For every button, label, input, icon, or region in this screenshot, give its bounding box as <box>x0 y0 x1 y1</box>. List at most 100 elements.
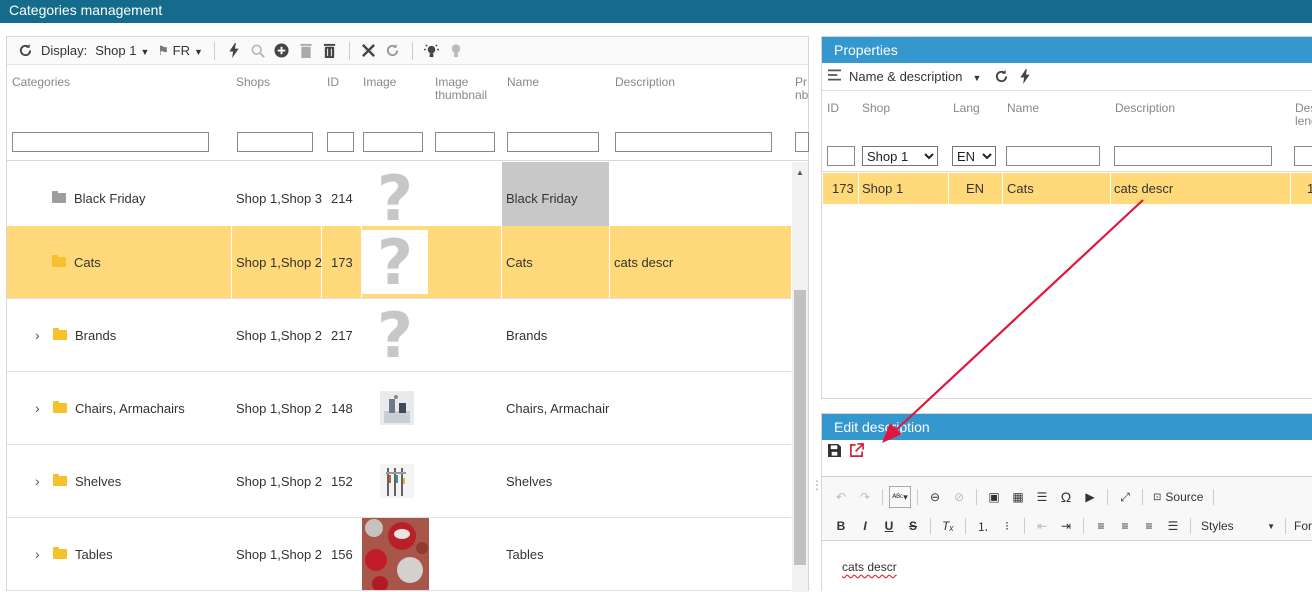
filter-name-input[interactable] <box>1006 146 1100 166</box>
tools-icon[interactable] <box>359 41 379 61</box>
mode-select[interactable]: Name & description ▼ <box>849 69 981 84</box>
col-header-image[interactable]: Image <box>363 76 396 89</box>
display-label: Display: <box>41 43 88 58</box>
table-row[interactable]: › Shelves Shop 1,Shop 2, 152 Shelves <box>7 445 791 518</box>
chevron-right-icon[interactable]: › <box>35 327 47 343</box>
refresh-icon[interactable] <box>991 67 1011 87</box>
filter-name-input[interactable] <box>507 132 599 152</box>
shop-select[interactable]: Shop 1 ▼ <box>95 43 149 58</box>
col-header-id[interactable]: ID <box>327 76 339 89</box>
grid-scrollbar[interactable]: ▲ <box>792 162 808 592</box>
underline-icon[interactable]: U <box>878 515 900 537</box>
sync-icon[interactable] <box>383 41 403 61</box>
refresh-icon[interactable] <box>15 41 35 61</box>
filter-shops-input[interactable] <box>237 132 313 152</box>
name-cell: Tables <box>506 546 544 562</box>
col-header-name[interactable]: Name <box>1007 102 1039 115</box>
bold-icon[interactable]: B <box>830 515 852 537</box>
name-cell[interactable]: Black Friday <box>502 162 609 234</box>
align-left-icon[interactable]: ≡ <box>1090 515 1112 537</box>
folder-icon <box>53 474 67 486</box>
caret-down-icon: ▼ <box>140 47 150 57</box>
col-header-categories[interactable]: Categories <box>12 76 70 89</box>
lang-filter-select[interactable]: EN <box>952 146 996 166</box>
category-cell: Cats <box>52 226 101 298</box>
filter-categories-input[interactable] <box>12 132 209 152</box>
italic-icon[interactable]: I <box>854 515 876 537</box>
lightbulb-on-icon[interactable] <box>422 41 442 61</box>
align-center-icon[interactable]: ≡ <box>1114 515 1136 537</box>
trash-icon[interactable] <box>296 41 316 61</box>
category-cell: › Tables <box>35 518 113 590</box>
special-char-icon[interactable]: Ω <box>1055 486 1077 508</box>
undo-icon[interactable]: ↶ <box>830 486 852 508</box>
col-header-id[interactable]: ID <box>827 102 839 115</box>
redo-icon[interactable]: ↷ <box>854 486 876 508</box>
format-label: Format <box>1294 519 1312 533</box>
align-justify-icon[interactable]: ☰ <box>1162 515 1184 537</box>
filter-desc-length-input[interactable] <box>1294 146 1312 166</box>
description-cell[interactable]: cats descr <box>1114 173 1173 204</box>
unlink-icon[interactable]: ⊘ <box>948 486 970 508</box>
bulleted-list-icon[interactable]: ⁝ <box>996 515 1018 537</box>
lightbulb-off-icon[interactable] <box>446 41 466 61</box>
col-header-pr[interactable]: Pr nb <box>795 76 809 102</box>
col-header-name[interactable]: Name <box>507 76 539 89</box>
filter-description-input[interactable] <box>1114 146 1272 166</box>
col-header-image-thumbnail[interactable]: Image thumbnail <box>435 76 495 102</box>
lightning-icon[interactable] <box>224 41 244 61</box>
chevron-right-icon[interactable]: › <box>35 546 47 562</box>
chevron-right-icon[interactable]: › <box>35 473 47 489</box>
source-button[interactable]: ⊡ Source <box>1149 486 1207 508</box>
col-header-shop[interactable]: Shop <box>862 102 890 115</box>
lightning-icon[interactable] <box>1015 67 1035 87</box>
toolbar-divider <box>213 41 215 60</box>
strikethrough-icon[interactable]: S <box>902 515 924 537</box>
lang-select[interactable]: ⚑ FR ▼ <box>157 43 203 59</box>
link-icon[interactable]: ⊖ <box>924 486 946 508</box>
table-row[interactable]: › Brands Shop 1,Shop 2, 217 ? Brands <box>7 299 791 372</box>
search-icon[interactable] <box>248 41 268 61</box>
trash-all-icon[interactable] <box>320 41 340 61</box>
scrollbar-thumb[interactable] <box>794 290 806 565</box>
outdent-icon[interactable]: ⇤ <box>1031 515 1053 537</box>
table-row[interactable]: Black Friday Shop 1,Shop 3 214 ? Black F… <box>7 162 791 235</box>
scroll-up-arrow-icon[interactable]: ▲ <box>796 168 804 177</box>
editor-content[interactable]: cats descr <box>842 560 897 574</box>
col-header-description[interactable]: Description <box>1115 102 1175 115</box>
add-circle-icon[interactable] <box>272 41 292 61</box>
filter-description-input[interactable] <box>615 132 772 152</box>
filter-image-input[interactable] <box>363 132 423 152</box>
image-icon[interactable]: ▣ <box>983 486 1005 508</box>
col-header-lang[interactable]: Lang <box>953 102 980 115</box>
table-row[interactable]: › Chairs, Armachairs Shop 1,Shop 2, 148 C… <box>7 372 791 445</box>
image-cell <box>362 518 429 590</box>
save-icon[interactable] <box>828 444 841 460</box>
filter-image-thumbnail-input[interactable] <box>435 132 495 152</box>
col-header-description[interactable]: Description <box>615 76 675 89</box>
shop-filter-select[interactable]: Shop 1 <box>862 146 938 166</box>
table-row[interactable]: › Tables Shop 1,Shop 2, 156 Tables <box>7 518 791 591</box>
styles-dropdown[interactable]: Styles ▼ <box>1197 515 1279 537</box>
spellcheck-icon[interactable]: ᴬᴮᶜ▾ <box>889 486 911 508</box>
filter-id-input[interactable] <box>327 132 354 152</box>
numbered-list-icon[interactable]: ⒈ <box>972 515 994 537</box>
youtube-icon[interactable]: ▶ <box>1079 486 1101 508</box>
format-dropdown[interactable]: Format <box>1292 515 1312 537</box>
maximize-icon[interactable]: ⤢ <box>1114 486 1136 508</box>
category-name: Tables <box>75 546 113 562</box>
filter-id-input[interactable] <box>827 146 855 166</box>
align-right-icon[interactable]: ≡ <box>1138 515 1160 537</box>
col-header-shops[interactable]: Shops <box>236 76 270 89</box>
table-row-selected[interactable]: Cats Shop 1,Shop 2 173 ? Cats cats descr <box>7 226 791 299</box>
indent-icon[interactable]: ⇥ <box>1055 515 1077 537</box>
horizontal-line-icon[interactable]: ☰ <box>1031 486 1053 508</box>
properties-row-selected[interactable]: 173 Shop 1 EN Cats cats descr 1 <box>823 173 1312 204</box>
chevron-right-icon[interactable]: › <box>35 400 47 416</box>
remove-format-icon[interactable]: Tₓ <box>937 515 959 537</box>
open-external-editor-icon[interactable] <box>849 443 864 461</box>
filter-pr-input[interactable] <box>795 132 809 152</box>
col-header-desc-length[interactable]: Des leng <box>1295 102 1312 128</box>
id-cell: 156 <box>331 546 353 562</box>
table-icon[interactable]: ▦ <box>1007 486 1029 508</box>
